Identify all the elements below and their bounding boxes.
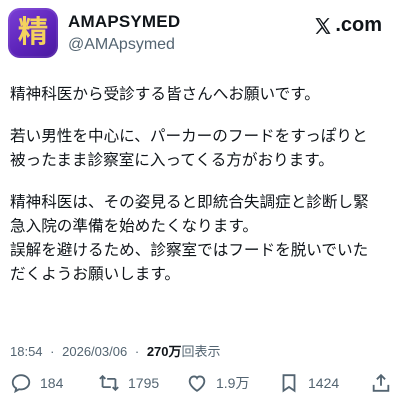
reply-button[interactable]: 184 <box>10 372 63 394</box>
share-icon <box>372 373 390 392</box>
post-date[interactable]: 2026/03/06 <box>62 344 127 359</box>
reply-icon <box>11 374 31 394</box>
avatar-glyph: 精 <box>18 15 48 50</box>
views-count[interactable]: 270万 <box>147 344 182 359</box>
heart-icon <box>188 375 206 392</box>
user-handle[interactable]: @AMApsymed <box>68 36 175 54</box>
post-line: 精神科医から受診する皆さんへお願いです。 <box>10 85 320 103</box>
like-count: 1.9万 <box>216 375 250 391</box>
share-button[interactable] <box>370 372 392 394</box>
like-button[interactable]: 1.9万 <box>186 372 249 394</box>
views-label: 回表示 <box>181 344 221 359</box>
post-body: 精神科医から受診する皆さんへお願いです。 若い男性を中心に、パーカーのフードをす… <box>10 82 390 286</box>
post-paragraph: 精神科医から受診する皆さんへお願いです。 <box>10 82 390 106</box>
meta-separator: · <box>50 344 55 359</box>
x-logo-text: .com <box>335 14 382 36</box>
display-name[interactable]: AMAPSYMED <box>68 12 180 32</box>
bookmark-count: 1424 <box>308 375 340 391</box>
post-header: 精 AMAPSYMED @AMApsymed .com <box>0 0 400 70</box>
post-paragraph: 精神科医は、その姿見ると即統合失調症と診断し緊 急入院の準備を始めたくなります。… <box>10 190 390 286</box>
post-line: だくようお願いします。 <box>10 265 180 283</box>
reply-count: 184 <box>40 375 64 391</box>
x-icon <box>315 17 331 34</box>
repost-button[interactable]: 1795 <box>98 372 159 394</box>
post-line: 精神科医は、その姿見ると即統合失調症と診断し緊 <box>10 193 369 211</box>
meta-separator: · <box>134 344 140 359</box>
repost-icon <box>99 374 119 392</box>
avatar[interactable]: 精 <box>8 8 58 58</box>
post-line: 急入院の準備を始めたくなります。 <box>10 217 258 235</box>
post-line: 誤解を避けるため、診察室ではフードを脱いでいた <box>10 241 369 259</box>
post-line: 被ったまま診察室に入ってくる方がおります。 <box>10 151 334 169</box>
action-bar: 184 1795 1.9万 1424 <box>0 372 400 398</box>
x-logo: .com <box>313 14 382 37</box>
bookmark-icon <box>282 374 296 393</box>
post-meta: 18:54 · 2026/03/06 · 270万回表示 <box>10 341 221 360</box>
bookmark-button[interactable]: 1424 <box>278 372 339 394</box>
post-paragraph: 若い男性を中心に、パーカーのフードをすっぽりと 被ったまま診察室に入ってくる方が… <box>10 124 390 172</box>
post-line: 若い男性を中心に、パーカーのフードをすっぽりと <box>10 127 368 145</box>
repost-count: 1795 <box>128 375 160 391</box>
post-time[interactable]: 18:54 <box>10 344 43 359</box>
